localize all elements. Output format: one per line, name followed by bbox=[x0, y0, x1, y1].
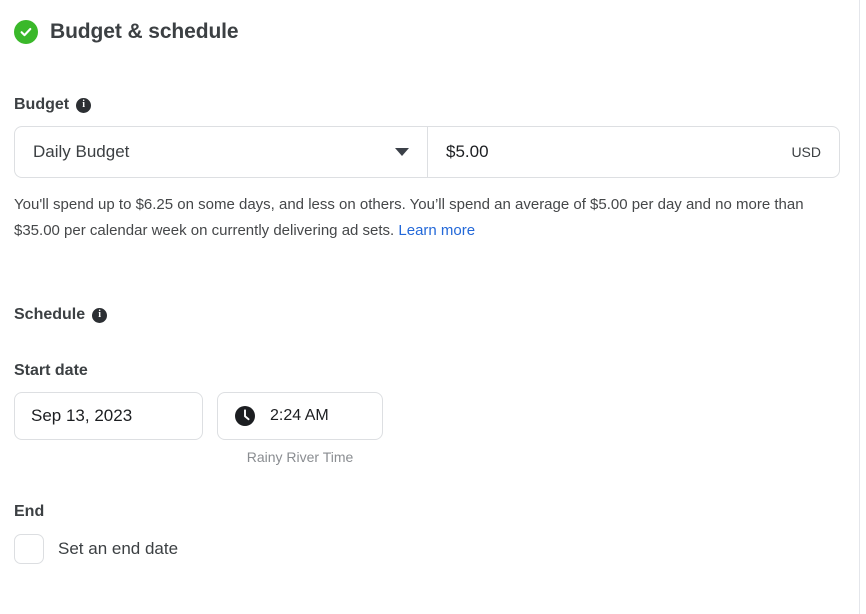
budget-helper-text: You'll spend up to $6.25 on some days, a… bbox=[14, 192, 844, 244]
timezone-note: Rainy River Time bbox=[247, 449, 354, 465]
clock-icon bbox=[234, 405, 256, 427]
panel-content: Budget & schedule Budget i Daily Budget … bbox=[14, 0, 846, 564]
learn-more-link[interactable]: Learn more bbox=[398, 222, 475, 239]
section-header: Budget & schedule bbox=[14, 20, 846, 44]
start-datetime-row: Sep 13, 2023 2:24 AM Rainy River Time bbox=[14, 392, 846, 465]
schedule-label: Schedule bbox=[14, 306, 85, 324]
page-title: Budget & schedule bbox=[50, 20, 239, 44]
start-date-field[interactable]: Sep 13, 2023 bbox=[14, 392, 203, 440]
budget-type-select[interactable]: Daily Budget bbox=[14, 126, 427, 178]
set-end-date-label: Set an end date bbox=[58, 539, 178, 559]
panel-right-divider bbox=[859, 0, 860, 614]
set-end-date-checkbox[interactable] bbox=[14, 534, 44, 564]
end-label: End bbox=[14, 503, 846, 521]
check-circle-icon bbox=[14, 20, 38, 44]
schedule-label-wrap: Schedule i bbox=[14, 306, 846, 324]
budget-type-value: Daily Budget bbox=[33, 142, 129, 162]
start-time-value: 2:24 AM bbox=[270, 407, 329, 425]
budget-amount-value: $5.00 bbox=[446, 142, 489, 162]
start-time-field[interactable]: 2:24 AM bbox=[217, 392, 383, 440]
budget-currency-code: USD bbox=[791, 144, 821, 160]
budget-input-row: Daily Budget $5.00 USD bbox=[14, 126, 840, 178]
chevron-down-icon bbox=[395, 148, 409, 156]
schedule-label-row: Schedule i bbox=[14, 306, 846, 324]
start-date-value: Sep 13, 2023 bbox=[31, 406, 132, 426]
info-icon[interactable]: i bbox=[76, 98, 91, 113]
budget-amount-field[interactable]: $5.00 USD bbox=[427, 126, 840, 178]
budget-schedule-panel: Budget & schedule Budget i Daily Budget … bbox=[0, 0, 866, 614]
budget-label: Budget bbox=[14, 96, 69, 114]
set-end-date-row: Set an end date bbox=[14, 534, 846, 564]
start-time-column: 2:24 AM Rainy River Time bbox=[217, 392, 383, 465]
start-date-label: Start date bbox=[14, 362, 846, 380]
budget-label-row: Budget i bbox=[14, 96, 846, 114]
info-icon[interactable]: i bbox=[92, 308, 107, 323]
budget-label-wrap: Budget i bbox=[14, 96, 846, 114]
